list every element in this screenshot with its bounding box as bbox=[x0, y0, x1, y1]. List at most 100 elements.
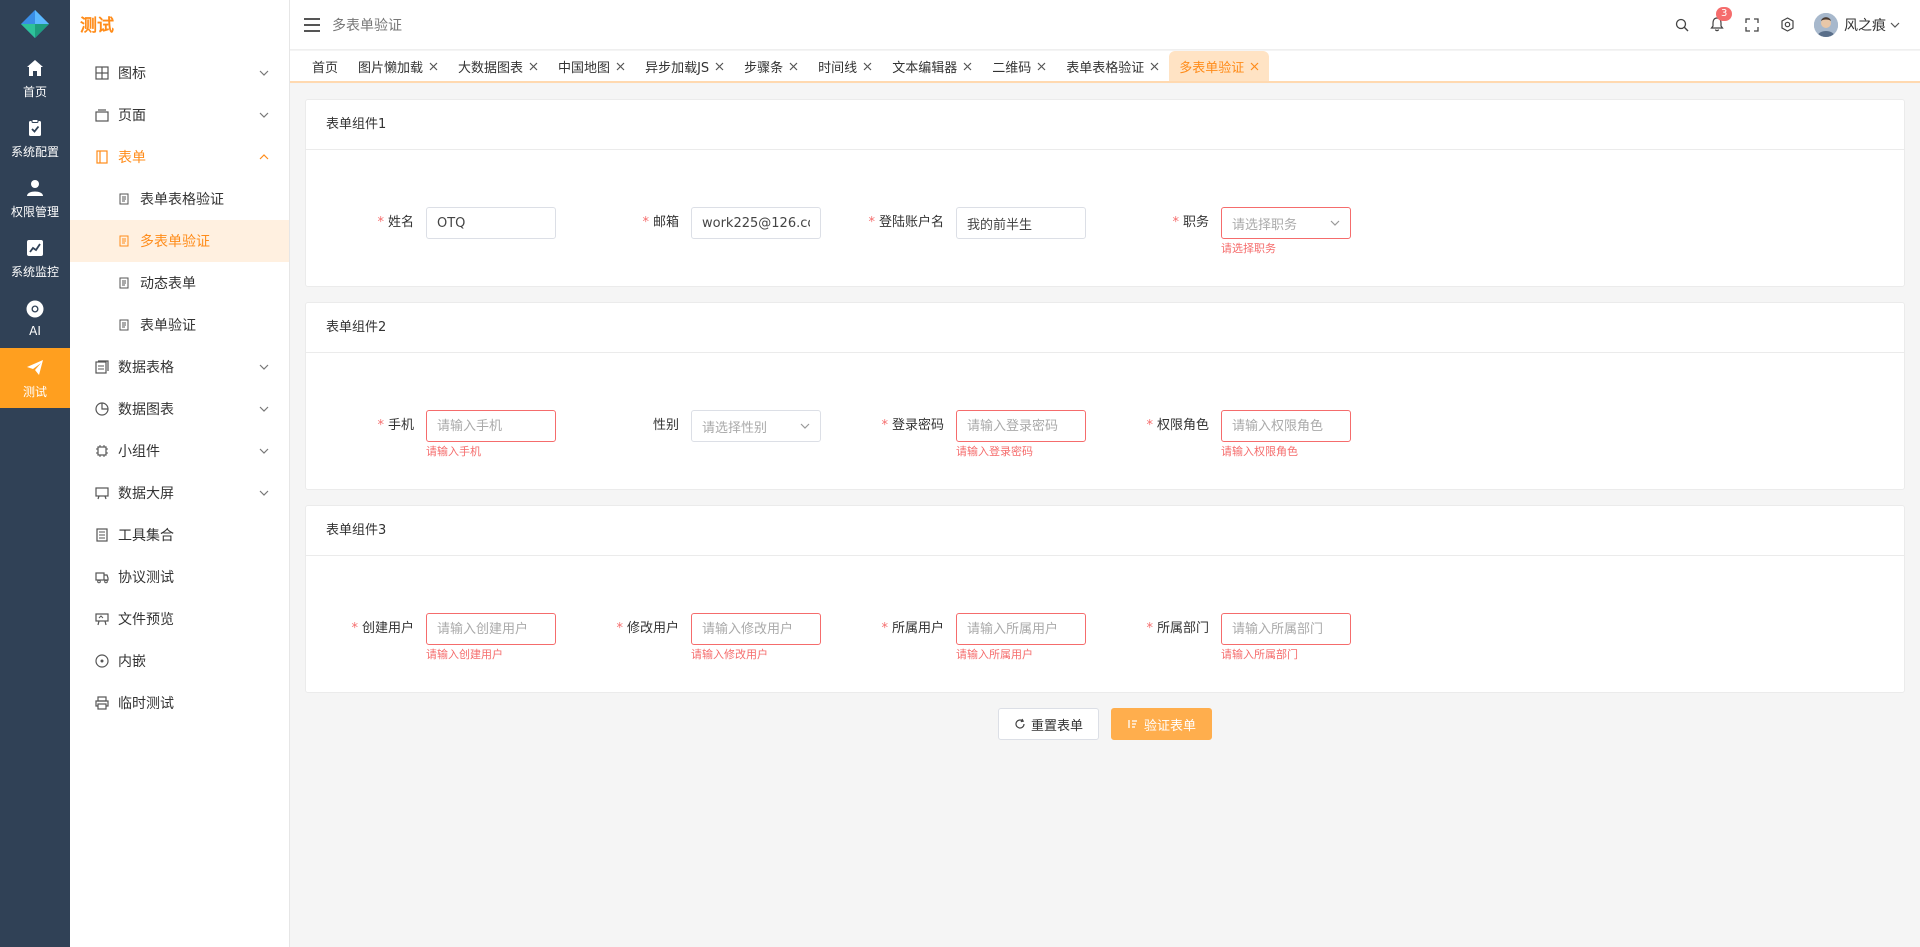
close-icon[interactable] bbox=[863, 62, 872, 71]
document-icon bbox=[116, 191, 132, 207]
form-card-body: *手机 请输入手机 性别 请选择性别 *登录密码 bbox=[306, 353, 1904, 489]
field-label: * 登陆账户名 bbox=[868, 215, 944, 230]
menu-item-multi-form-validation[interactable]: 多表单验证 bbox=[70, 220, 289, 262]
rail-item-system-config[interactable]: 系统配置 bbox=[0, 108, 70, 168]
menu-item-form-validation[interactable]: 表单验证 bbox=[70, 304, 289, 346]
menu-item-widgets[interactable]: 小组件 bbox=[70, 430, 289, 472]
close-icon[interactable] bbox=[715, 62, 724, 71]
close-icon[interactable] bbox=[963, 62, 972, 71]
rail-item-monitoring[interactable]: 系统监控 bbox=[0, 228, 70, 288]
menu-item-label: 表单验证 bbox=[140, 318, 196, 334]
name-input[interactable] bbox=[426, 207, 556, 239]
menu-item-form-table-validation[interactable]: 表单表格验证 bbox=[70, 178, 289, 220]
chevron-down-icon bbox=[259, 364, 269, 370]
tab-text-editor[interactable]: 文本编辑器 bbox=[882, 51, 982, 81]
position-select[interactable]: 请选择职务 bbox=[1221, 207, 1351, 239]
close-icon[interactable] bbox=[616, 62, 625, 71]
department-input[interactable] bbox=[1221, 613, 1351, 645]
chevron-down-icon bbox=[259, 448, 269, 454]
role-input[interactable] bbox=[1221, 410, 1351, 442]
reset-form-button[interactable]: 重置表单 bbox=[997, 708, 1099, 740]
tab-form-table-validation[interactable]: 表单表格验证 bbox=[1056, 51, 1169, 81]
rail-item-permissions[interactable]: 权限管理 bbox=[0, 168, 70, 228]
tab-steps[interactable]: 步骤条 bbox=[734, 51, 808, 81]
menu-toggle-icon[interactable] bbox=[304, 17, 320, 32]
menu-item-label: 多表单验证 bbox=[140, 234, 210, 250]
form-card-title: 表单组件2 bbox=[306, 303, 1904, 353]
field-label: * 姓名 bbox=[377, 215, 414, 230]
menu-item-data-chart[interactable]: 数据图表 bbox=[70, 388, 289, 430]
gender-select[interactable]: 请选择性别 bbox=[691, 410, 821, 442]
form-card-2: 表单组件2 *手机 请输入手机 性别 请选择性别 *登录密码 bbox=[305, 302, 1905, 490]
chevron-down-icon bbox=[259, 70, 269, 76]
menu-item-data-table[interactable]: 数据表格 bbox=[70, 346, 289, 388]
fullscreen-icon[interactable] bbox=[1743, 16, 1761, 34]
modified-by-input[interactable] bbox=[691, 613, 821, 645]
tab-qrcode[interactable]: 二维码 bbox=[982, 51, 1056, 81]
form-field-name: * 姓名 bbox=[306, 207, 556, 239]
header-actions: 3 风之痕 bbox=[1656, 6, 1920, 37]
tab-label: 时间线 bbox=[818, 60, 858, 76]
email-input[interactable] bbox=[691, 207, 821, 239]
menu-item-label: 协议测试 bbox=[118, 570, 174, 586]
menu-item-label: 临时测试 bbox=[118, 696, 174, 712]
field-label: * 职务 bbox=[1172, 215, 1209, 230]
tab-multi-form-validation[interactable]: 多表单验证 bbox=[1169, 51, 1270, 81]
menu-item-forms[interactable]: 表单 bbox=[70, 136, 289, 178]
menu-item-data-screen[interactable]: 数据大屏 bbox=[70, 472, 289, 514]
table-icon bbox=[94, 359, 110, 375]
menu-item-tools[interactable]: 工具集合 bbox=[70, 514, 289, 556]
form-field-department: * 所属部门 请输入所属部门 bbox=[1101, 613, 1351, 661]
phone-input[interactable] bbox=[426, 410, 556, 442]
menu-item-embed[interactable]: 内嵌 bbox=[70, 640, 289, 682]
close-icon[interactable] bbox=[1037, 62, 1046, 71]
printer-icon bbox=[94, 695, 110, 711]
menu-item-file-preview[interactable]: 文件预览 bbox=[70, 598, 289, 640]
home-icon bbox=[24, 57, 46, 79]
field-label: * 登录密码 bbox=[881, 418, 944, 433]
user-icon bbox=[24, 177, 46, 199]
field-error: 请输入所属部门 bbox=[1221, 648, 1298, 661]
validate-form-button[interactable]: 验证表单 bbox=[1111, 708, 1213, 740]
tab-china-map[interactable]: 中国地图 bbox=[548, 51, 635, 81]
chevron-up-icon bbox=[259, 154, 269, 160]
menu-item-label: 小组件 bbox=[118, 444, 160, 460]
close-icon[interactable] bbox=[1150, 62, 1159, 71]
tab-lazy-image[interactable]: 图片懒加载 bbox=[348, 51, 448, 81]
close-icon[interactable] bbox=[529, 62, 538, 71]
created-by-input[interactable] bbox=[426, 613, 556, 645]
rail-item-ai[interactable]: AI bbox=[0, 288, 70, 348]
app-logo[interactable] bbox=[0, 0, 70, 48]
close-icon[interactable] bbox=[1250, 62, 1259, 71]
tab-big-data-chart[interactable]: 大数据图表 bbox=[448, 51, 548, 81]
sort-icon bbox=[1127, 718, 1139, 730]
form-field-email: * 邮箱 bbox=[571, 207, 821, 239]
login-password-input[interactable] bbox=[956, 410, 1086, 442]
settings-icon[interactable] bbox=[1778, 16, 1796, 34]
rail-item-test[interactable]: 测试 bbox=[0, 348, 70, 408]
owner-input[interactable] bbox=[956, 613, 1086, 645]
tab-home[interactable]: 首页 bbox=[302, 51, 348, 81]
close-icon[interactable] bbox=[789, 62, 798, 71]
chevron-down-icon bbox=[1890, 22, 1900, 28]
menu-item-protocol-test[interactable]: 协议测试 bbox=[70, 556, 289, 598]
menu-item-label: 文件预览 bbox=[118, 612, 174, 628]
search-icon[interactable] bbox=[1673, 16, 1691, 34]
tab-timeline[interactable]: 时间线 bbox=[808, 51, 882, 81]
user-menu[interactable]: 风之痕 bbox=[1814, 12, 1900, 37]
menu-item-dynamic-form[interactable]: 动态表单 bbox=[70, 262, 289, 304]
tab-async-js[interactable]: 异步加载JS bbox=[635, 51, 734, 81]
menu-item-temp-test[interactable]: 临时测试 bbox=[70, 682, 289, 724]
bell-icon[interactable]: 3 bbox=[1708, 6, 1733, 34]
clipboard-icon bbox=[24, 117, 46, 139]
notebook-icon bbox=[94, 527, 110, 543]
rail-item-label: 测试 bbox=[22, 384, 47, 399]
menu-item-pages[interactable]: 页面 bbox=[70, 94, 289, 136]
login-account-input[interactable] bbox=[956, 207, 1086, 239]
form-field-gender: 性别 请选择性别 bbox=[571, 410, 821, 442]
select-placeholder: 请选择性别 bbox=[702, 420, 768, 436]
rail-item-home[interactable]: 首页 bbox=[0, 48, 70, 108]
close-icon[interactable] bbox=[429, 62, 438, 71]
menu-item-icons[interactable]: 图标 bbox=[70, 52, 289, 94]
user-name: 风之痕 bbox=[1844, 17, 1886, 34]
